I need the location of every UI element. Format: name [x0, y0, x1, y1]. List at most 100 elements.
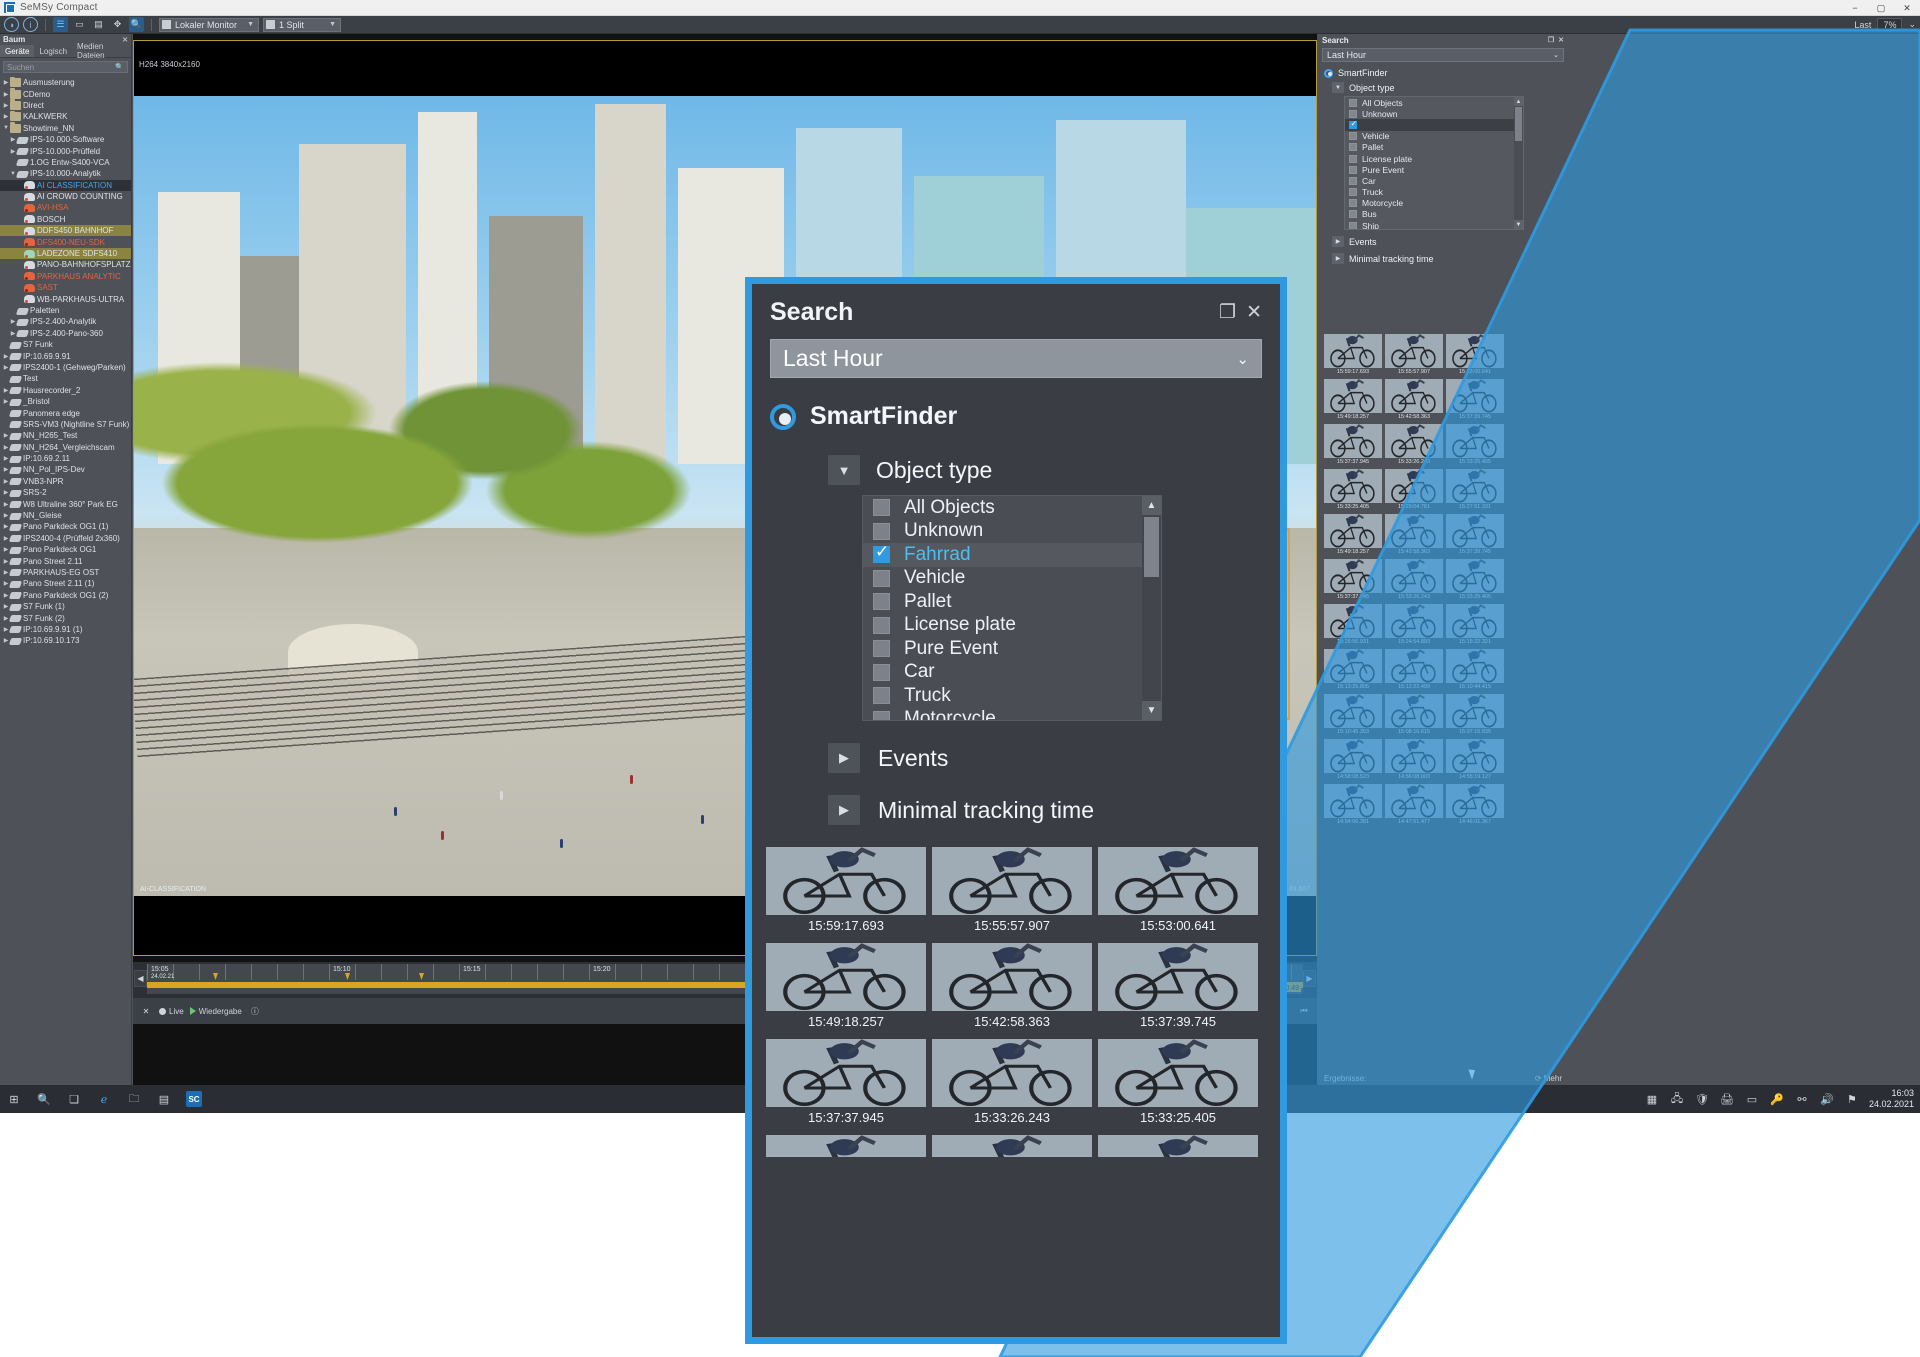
- dialog-result-cell[interactable]: 15:33:26.243: [932, 1039, 1092, 1129]
- tree-node[interactable]: ·Panomera edge: [0, 407, 131, 418]
- result-cell[interactable]: 15:37:37.945: [1324, 559, 1382, 601]
- dialog-object-type-list[interactable]: All ObjectsUnknownFahrradVehiclePalletLi…: [862, 495, 1162, 721]
- dialog-object-type-item[interactable]: Unknown: [863, 520, 1161, 544]
- result-thumbnail[interactable]: [1446, 739, 1504, 773]
- object-type-item[interactable]: All Objects: [1345, 97, 1523, 108]
- checkbox-icon[interactable]: [873, 617, 890, 634]
- result-cell[interactable]: 15:55:57.907: [1385, 334, 1443, 376]
- layout-tree-icon[interactable]: ☰: [53, 17, 68, 32]
- object-type-item[interactable]: Motorcycle: [1345, 198, 1523, 209]
- checkbox-icon[interactable]: [873, 640, 890, 657]
- object-type-item[interactable]: Pallet: [1345, 142, 1523, 153]
- battery-icon[interactable]: ▭: [1744, 1091, 1760, 1107]
- tree-node[interactable]: ▶Hausrecorder_2: [0, 385, 131, 396]
- checkbox-icon[interactable]: [1349, 99, 1357, 107]
- dialog-result-cell[interactable]: 15:59:17.693: [766, 847, 926, 937]
- result-thumbnail[interactable]: [1324, 469, 1382, 503]
- chevron-right-icon[interactable]: ▶: [828, 743, 860, 773]
- result-thumbnail[interactable]: [1446, 694, 1504, 728]
- scroll-up-icon[interactable]: ▲: [1514, 97, 1523, 106]
- layout-bar-icon[interactable]: ▭: [72, 17, 87, 32]
- result-cell[interactable]: 15:12:22.499: [1385, 649, 1443, 691]
- checkbox-icon[interactable]: [1349, 143, 1357, 151]
- result-cell[interactable]: 15:27:51.331: [1446, 469, 1504, 511]
- tree-node[interactable]: ·Test: [0, 373, 131, 384]
- monitor-select[interactable]: Lokaler Monitor ▼: [159, 18, 259, 32]
- tree-node[interactable]: ▶PARKHAUS-EG OST: [0, 567, 131, 578]
- scrollbar-thumb[interactable]: [1515, 107, 1522, 141]
- dialog-result-thumbnail[interactable]: [1098, 1039, 1258, 1107]
- usb-icon[interactable]: ⚯: [1794, 1091, 1810, 1107]
- tree-node[interactable]: ·PANO-BAHNHOFSPLATZ: [0, 259, 131, 270]
- dialog-smartfinder-radio[interactable]: SmartFinder: [770, 402, 1280, 431]
- checkbox-icon[interactable]: [1349, 177, 1357, 185]
- result-thumbnail[interactable]: [1385, 694, 1443, 728]
- checkbox-icon[interactable]: [1349, 199, 1357, 207]
- move-icon[interactable]: ✥: [110, 17, 125, 32]
- tree-node[interactable]: ▶IPS-10.000-Software: [0, 134, 131, 145]
- result-cell[interactable]: 15:37:39.745: [1446, 514, 1504, 556]
- chevron-right-icon-2[interactable]: ▶: [1332, 253, 1344, 264]
- tree-node[interactable]: ▶IP:10.69.10.173: [0, 635, 131, 646]
- object-type-group[interactable]: ▼ Object type: [1332, 82, 1568, 93]
- minimize-button[interactable]: −: [1842, 0, 1868, 16]
- time-range-select[interactable]: Last Hour ⌄: [1322, 48, 1564, 62]
- chevron-right-icon[interactable]: ▶: [2, 113, 10, 120]
- result-thumbnail[interactable]: [1446, 604, 1504, 638]
- result-thumbnail[interactable]: [1385, 649, 1443, 683]
- dialog-result-thumbnail[interactable]: [1098, 943, 1258, 1011]
- checkbox-icon[interactable]: [1349, 210, 1357, 218]
- result-thumbnail[interactable]: [1385, 559, 1443, 593]
- result-cell[interactable]: 14:55:19.127: [1446, 739, 1504, 781]
- search-dialog[interactable]: Search ❐ ✕ Last Hour ⌄ SmartFinder ▼ Obj…: [745, 277, 1287, 1344]
- dialog-result-cell[interactable]: 15:49:18.257: [766, 943, 926, 1033]
- search-icon-small[interactable]: 🔍: [115, 63, 124, 71]
- checkbox-icon[interactable]: [873, 687, 890, 704]
- object-type-scrollbar[interactable]: ▲ ▼: [1514, 97, 1523, 229]
- network-icon[interactable]: 🖧: [1669, 1091, 1685, 1107]
- checkbox-icon[interactable]: [873, 499, 890, 516]
- dialog-result-cell-partial[interactable]: [766, 1135, 926, 1157]
- search-results-grid[interactable]: 15:59:17.69315:55:57.90715:53:00.64115:4…: [1324, 334, 1506, 829]
- tree-node[interactable]: ·AI CLASSIFICATION: [0, 180, 131, 191]
- events-group[interactable]: ▶ Events: [1332, 236, 1568, 247]
- tree-node[interactable]: ·Paletten: [0, 305, 131, 316]
- checkbox-icon[interactable]: [873, 711, 890, 721]
- checkbox-icon[interactable]: [873, 546, 890, 563]
- tree-node[interactable]: ▶IP:10.69.9.91 (1): [0, 624, 131, 635]
- tree-node[interactable]: ▶SRS-2: [0, 487, 131, 498]
- tree-search-input[interactable]: Suchen 🔍: [3, 61, 128, 73]
- dialog-result-cell[interactable]: 15:37:37.945: [766, 1039, 926, 1129]
- taskbar-clock[interactable]: 16:03 24.02.2021: [1869, 1088, 1914, 1110]
- chevron-right-icon-2[interactable]: ▶: [828, 795, 860, 825]
- dialog-object-type-group[interactable]: ▼ Object type: [828, 455, 1280, 485]
- tree-node[interactable]: ▶IPS2400-1 (Gehweg/Parken): [0, 362, 131, 373]
- flag-icon[interactable]: ⚑: [1844, 1091, 1860, 1107]
- scroll-up-icon[interactable]: ▲: [1142, 496, 1161, 515]
- result-thumbnail[interactable]: [1385, 784, 1443, 818]
- result-cell[interactable]: 15:33:26.243: [1385, 424, 1443, 466]
- result-cell[interactable]: 15:49:18.257: [1324, 379, 1382, 421]
- tree-node[interactable]: ▶Pano Parkdeck OG1 (2): [0, 590, 131, 601]
- chevron-right-icon[interactable]: ▶: [2, 102, 10, 109]
- taskview-icon[interactable]: ❏: [66, 1091, 82, 1107]
- tree-node[interactable]: ·PARKHAUS ANALYTIC: [0, 271, 131, 282]
- tree-node[interactable]: ·DFS400-NEU-SDK: [0, 236, 131, 247]
- restore-icon[interactable]: ❐: [1219, 301, 1236, 324]
- tree-node[interactable]: ▶Ausmusterung: [0, 77, 131, 88]
- tree-node[interactable]: ▶NN_Gleise: [0, 510, 131, 521]
- tree-node[interactable]: ▶NN_H264_Vergleichscam: [0, 442, 131, 453]
- close-icon[interactable]: ✕: [1246, 301, 1262, 324]
- result-cell[interactable]: 15:07:15.835: [1446, 694, 1504, 736]
- dialog-object-type-item[interactable]: Pure Event: [863, 637, 1161, 661]
- result-thumbnail[interactable]: [1324, 379, 1382, 413]
- dialog-result-cell[interactable]: 15:37:39.745: [1098, 943, 1258, 1033]
- object-type-item[interactable]: Pure Event: [1345, 164, 1523, 175]
- scroll-down-icon[interactable]: ▼: [1514, 220, 1523, 229]
- result-cell[interactable]: 15:37:39.745: [1446, 379, 1504, 421]
- result-thumbnail[interactable]: [1446, 649, 1504, 683]
- result-cell[interactable]: 15:33:25.405: [1446, 424, 1504, 466]
- tree-node[interactable]: ·1.OG Entw-S400-VCA: [0, 157, 131, 168]
- dialog-result-cell[interactable]: 15:55:57.907: [932, 847, 1092, 937]
- checkbox-icon[interactable]: [1349, 166, 1357, 174]
